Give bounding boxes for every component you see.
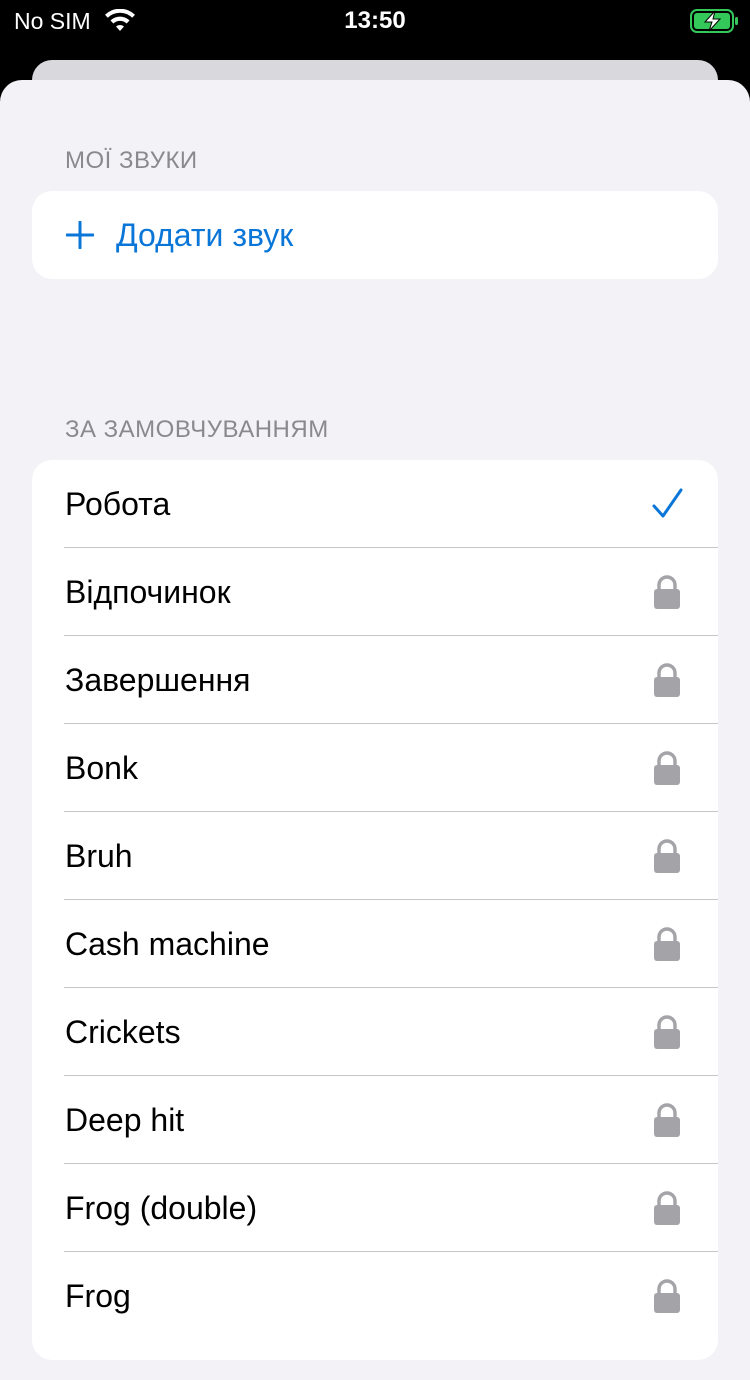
sound-label: Bruh — [65, 838, 133, 874]
sound-row-frog[interactable]: Frog — [32, 1252, 718, 1340]
sound-row-deep-hit[interactable]: Deep hit — [32, 1076, 718, 1164]
sound-row-bonk[interactable]: Bonk — [32, 724, 718, 812]
my-sounds-group: Додати звук — [32, 191, 718, 279]
default-sounds-list: Робота Відпочинок Завершення Bonk Bruh C… — [32, 460, 718, 1360]
sound-row-crickets[interactable]: Crickets — [32, 988, 718, 1076]
sound-label: Frog (double) — [65, 1190, 258, 1226]
sound-row-bruh[interactable]: Bruh — [32, 812, 718, 900]
sound-label: Deep hit — [65, 1102, 185, 1138]
lock-icon — [654, 1191, 680, 1225]
sound-label: Завершення — [65, 662, 251, 698]
lock-icon — [654, 839, 680, 873]
lock-icon — [654, 575, 680, 609]
lock-icon — [654, 1103, 680, 1137]
sound-row-frog-double[interactable]: Frog (double) — [32, 1164, 718, 1252]
lock-icon — [654, 1015, 680, 1049]
battery-charging-icon — [690, 9, 738, 33]
sound-label: Crickets — [65, 1014, 181, 1050]
lock-icon — [654, 927, 680, 961]
sound-label: Frog — [65, 1278, 131, 1314]
sound-label: Відпочинок — [65, 574, 231, 610]
sound-row-cash-machine[interactable]: Cash machine — [32, 900, 718, 988]
sound-label: Bonk — [65, 750, 138, 786]
lock-icon — [654, 1279, 680, 1313]
sound-label: Робота — [65, 486, 171, 522]
sound-row-vidpochynok[interactable]: Відпочинок — [32, 548, 718, 636]
sound-label: Cash machine — [65, 926, 270, 962]
defaults-header: ЗА ЗАМОВЧУВАННЯМ — [65, 416, 329, 443]
status-bar: No SIM 13:50 — [0, 0, 750, 44]
clock: 13:50 — [344, 7, 406, 34]
lock-icon — [654, 751, 680, 785]
add-sound-button[interactable]: Додати звук — [32, 191, 718, 279]
my-sounds-header: МОЇ ЗВУКИ — [65, 147, 198, 174]
lock-icon — [654, 663, 680, 697]
add-sound-label: Додати звук — [116, 217, 294, 253]
sound-picker-sheet: МОЇ ЗВУКИ Додати звук ЗА ЗАМОВЧУВАННЯМ Р… — [0, 80, 750, 1380]
sound-row-zavershennia[interactable]: Завершення — [32, 636, 718, 724]
plus-icon — [66, 221, 94, 249]
sound-row-robota[interactable]: Робота — [32, 460, 718, 548]
checkmark-icon — [652, 488, 683, 518]
